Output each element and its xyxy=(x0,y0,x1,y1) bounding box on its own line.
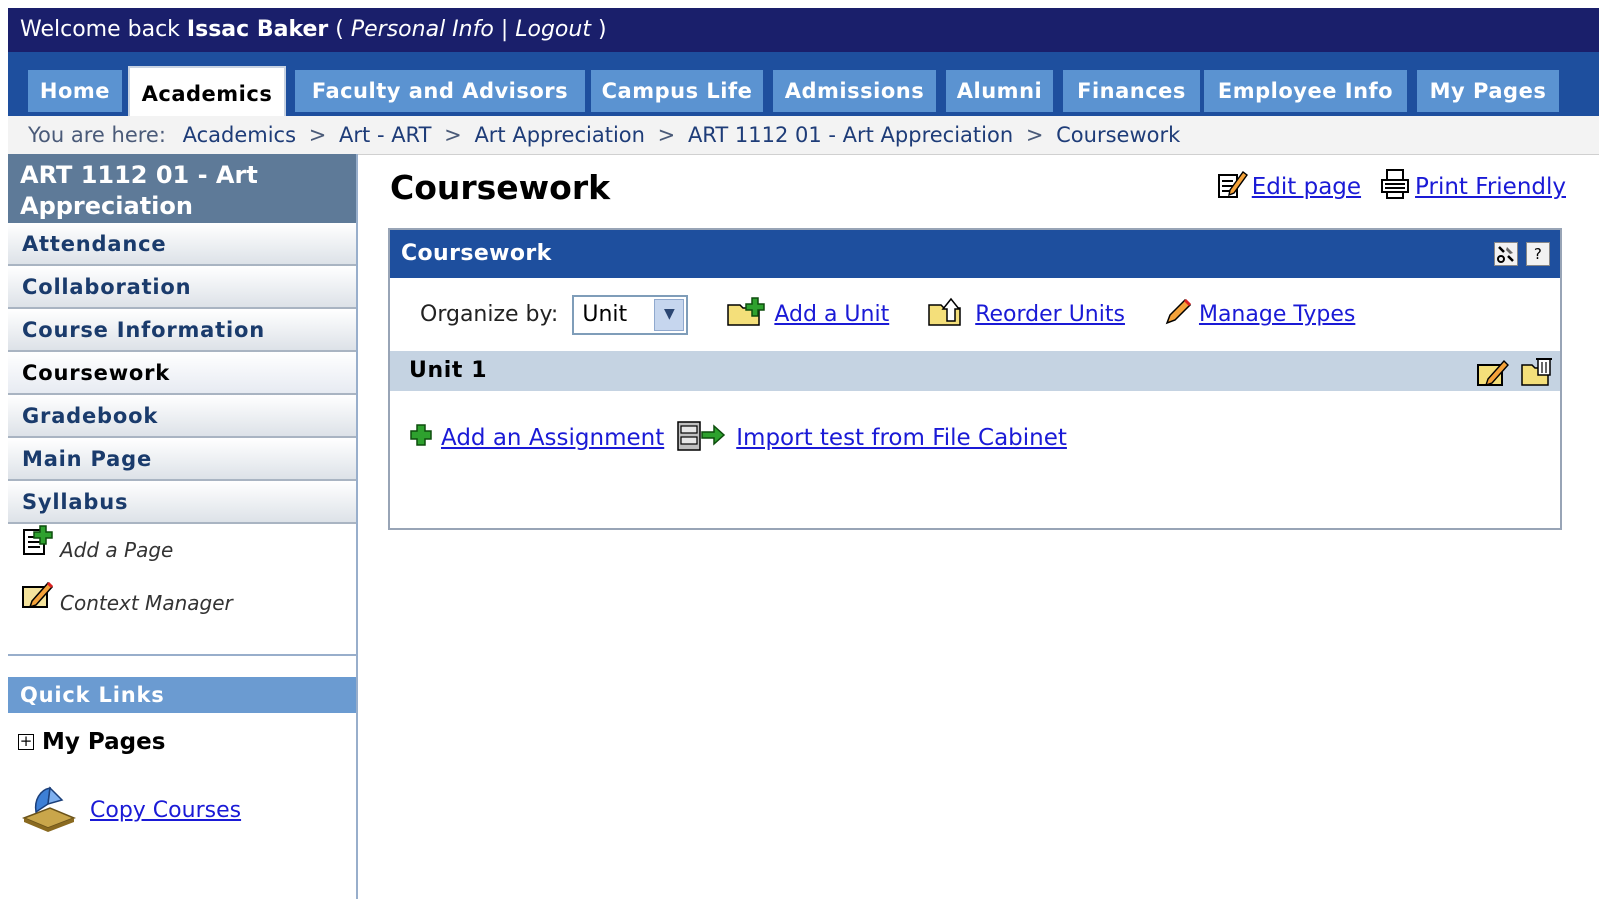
expand-icon[interactable]: + xyxy=(18,734,34,750)
add-page-icon xyxy=(20,524,56,578)
edit-page-icon xyxy=(1216,168,1248,206)
manage-types-link[interactable]: Manage Types xyxy=(1199,302,1355,327)
unit-title: Unit 1 xyxy=(409,358,488,383)
course-title: ART 1112 01 - Art Appreciation xyxy=(8,154,356,223)
print-friendly-link[interactable]: Print Friendly xyxy=(1415,174,1566,200)
copy-courses-item[interactable]: Copy Courses xyxy=(20,782,241,838)
import-test-link[interactable]: Import test from File Cabinet xyxy=(736,425,1067,451)
delete-unit-icon[interactable] xyxy=(1520,355,1554,401)
paren-open: ( xyxy=(335,17,344,42)
tab-campus-life[interactable]: Campus Life xyxy=(591,70,763,112)
add-unit-link[interactable]: Add a Unit xyxy=(774,302,889,327)
edit-page-action[interactable]: Edit page xyxy=(1216,168,1361,206)
logout-link[interactable]: Logout xyxy=(515,17,591,42)
help-icon[interactable]: ? xyxy=(1526,242,1550,266)
page-actions: Edit page Print Friendly xyxy=(1216,168,1566,206)
add-unit-action[interactable]: Add a Unit xyxy=(726,296,889,333)
add-folder-icon xyxy=(726,296,768,333)
unit-header: Unit 1 xyxy=(390,351,1560,391)
copy-courses-icon xyxy=(20,782,77,838)
welcome-text: Welcome back xyxy=(20,17,180,42)
portal-frame: Welcome back Issac Baker ( Personal Info… xyxy=(8,8,1599,899)
settings-icon[interactable] xyxy=(1494,242,1518,266)
sidebar-item-syllabus[interactable]: Syllabus xyxy=(8,481,356,524)
add-assignment-link[interactable]: Add an Assignment xyxy=(441,425,664,451)
breadcrumb-coursework: Coursework xyxy=(1056,123,1181,147)
reorder-units-action[interactable]: Reorder Units xyxy=(927,297,1125,333)
sidebar-item-coursework[interactable]: Coursework xyxy=(8,352,356,395)
organize-by-select[interactable]: Unit ▼ xyxy=(572,294,689,335)
unit-tools xyxy=(1476,355,1554,401)
breadcrumb-separator: > xyxy=(657,123,676,147)
add-page-label: Add a Page xyxy=(60,538,174,562)
sidebar: ART 1112 01 - Art Appreciation Attendanc… xyxy=(8,154,358,899)
tab-finances[interactable]: Finances xyxy=(1063,70,1200,112)
add-icon xyxy=(409,423,433,453)
tab-employee-info[interactable]: Employee Info xyxy=(1204,70,1407,112)
tab-home[interactable]: Home xyxy=(28,70,122,112)
tab-admissions[interactable]: Admissions xyxy=(773,70,936,112)
welcome-bar: Welcome back Issac Baker ( Personal Info… xyxy=(8,8,1599,52)
sidebar-item-course-information[interactable]: Course Information xyxy=(8,309,356,352)
context-manager-label: Context Manager xyxy=(60,591,233,615)
my-pages-label: My Pages xyxy=(42,729,166,755)
panel-title: Coursework xyxy=(401,241,552,266)
sidebar-item-attendance[interactable]: Attendance xyxy=(8,223,356,266)
main-tab-strip: Home Academics Faculty and Advisors Camp… xyxy=(8,52,1599,116)
unit-actions-row: Add an Assignment Import test from File … xyxy=(390,391,1560,499)
reorder-folder-icon xyxy=(927,297,969,333)
breadcrumb-prefix: You are here: xyxy=(28,123,166,147)
context-manager-icon xyxy=(20,577,56,631)
breadcrumb-separator: > xyxy=(1025,123,1044,147)
organize-value: Unit xyxy=(582,301,628,327)
printer-icon xyxy=(1379,168,1411,206)
sidebar-divider xyxy=(8,654,356,656)
breadcrumb-art-appreciation[interactable]: Art Appreciation xyxy=(474,123,645,147)
tab-faculty-and-advisors[interactable]: Faculty and Advisors xyxy=(295,70,585,112)
reorder-units-link[interactable]: Reorder Units xyxy=(975,302,1125,327)
user-name: Issac Baker xyxy=(186,17,329,42)
edit-unit-icon[interactable] xyxy=(1476,355,1510,401)
sidebar-item-collaboration[interactable]: Collaboration xyxy=(8,266,356,309)
breadcrumb-separator: > xyxy=(308,123,327,147)
personal-info-link[interactable]: Personal Info xyxy=(351,17,494,42)
edit-page-link[interactable]: Edit page xyxy=(1252,174,1361,200)
manage-types-action[interactable]: Manage Types xyxy=(1163,297,1355,333)
file-cabinet-import-icon xyxy=(676,418,728,458)
breadcrumb-art[interactable]: Art - ART xyxy=(339,123,431,147)
organize-label: Organize by: xyxy=(420,302,559,327)
print-friendly-action[interactable]: Print Friendly xyxy=(1379,168,1566,206)
organize-row: Organize by: Unit ▼ Add a Unit Reorder U… xyxy=(390,278,1560,351)
copy-courses-link[interactable]: Copy Courses xyxy=(90,798,241,823)
quick-links-my-pages[interactable]: + My Pages xyxy=(18,729,165,755)
panel-tools: ? xyxy=(1494,242,1550,266)
chevron-down-icon[interactable]: ▼ xyxy=(654,298,685,331)
panel-header: Coursework ? xyxy=(390,230,1560,278)
paren-close: ) xyxy=(597,17,607,42)
sidebar-item-main-page[interactable]: Main Page xyxy=(8,438,356,481)
breadcrumb-academics[interactable]: Academics xyxy=(183,123,296,147)
breadcrumb: You are here: Academics > Art - ART > Ar… xyxy=(8,116,1599,155)
coursework-panel: Coursework ? Organize by: Unit ▼ Add a U… xyxy=(388,228,1562,530)
tab-academics[interactable]: Academics xyxy=(128,66,286,116)
breadcrumb-course[interactable]: ART 1112 01 - Art Appreciation xyxy=(688,123,1013,147)
quick-links-header: Quick Links xyxy=(8,677,356,713)
tab-alumni[interactable]: Alumni xyxy=(946,70,1053,112)
add-page-link[interactable]: Add a Page xyxy=(8,524,356,577)
context-manager-link[interactable]: Context Manager xyxy=(8,577,356,630)
sidebar-item-gradebook[interactable]: Gradebook xyxy=(8,395,356,438)
pencil-icon xyxy=(1163,297,1193,333)
page-title: Coursework xyxy=(390,168,611,207)
tab-my-pages[interactable]: My Pages xyxy=(1417,70,1559,112)
breadcrumb-separator: > xyxy=(444,123,462,147)
header-divider: | xyxy=(500,17,509,42)
